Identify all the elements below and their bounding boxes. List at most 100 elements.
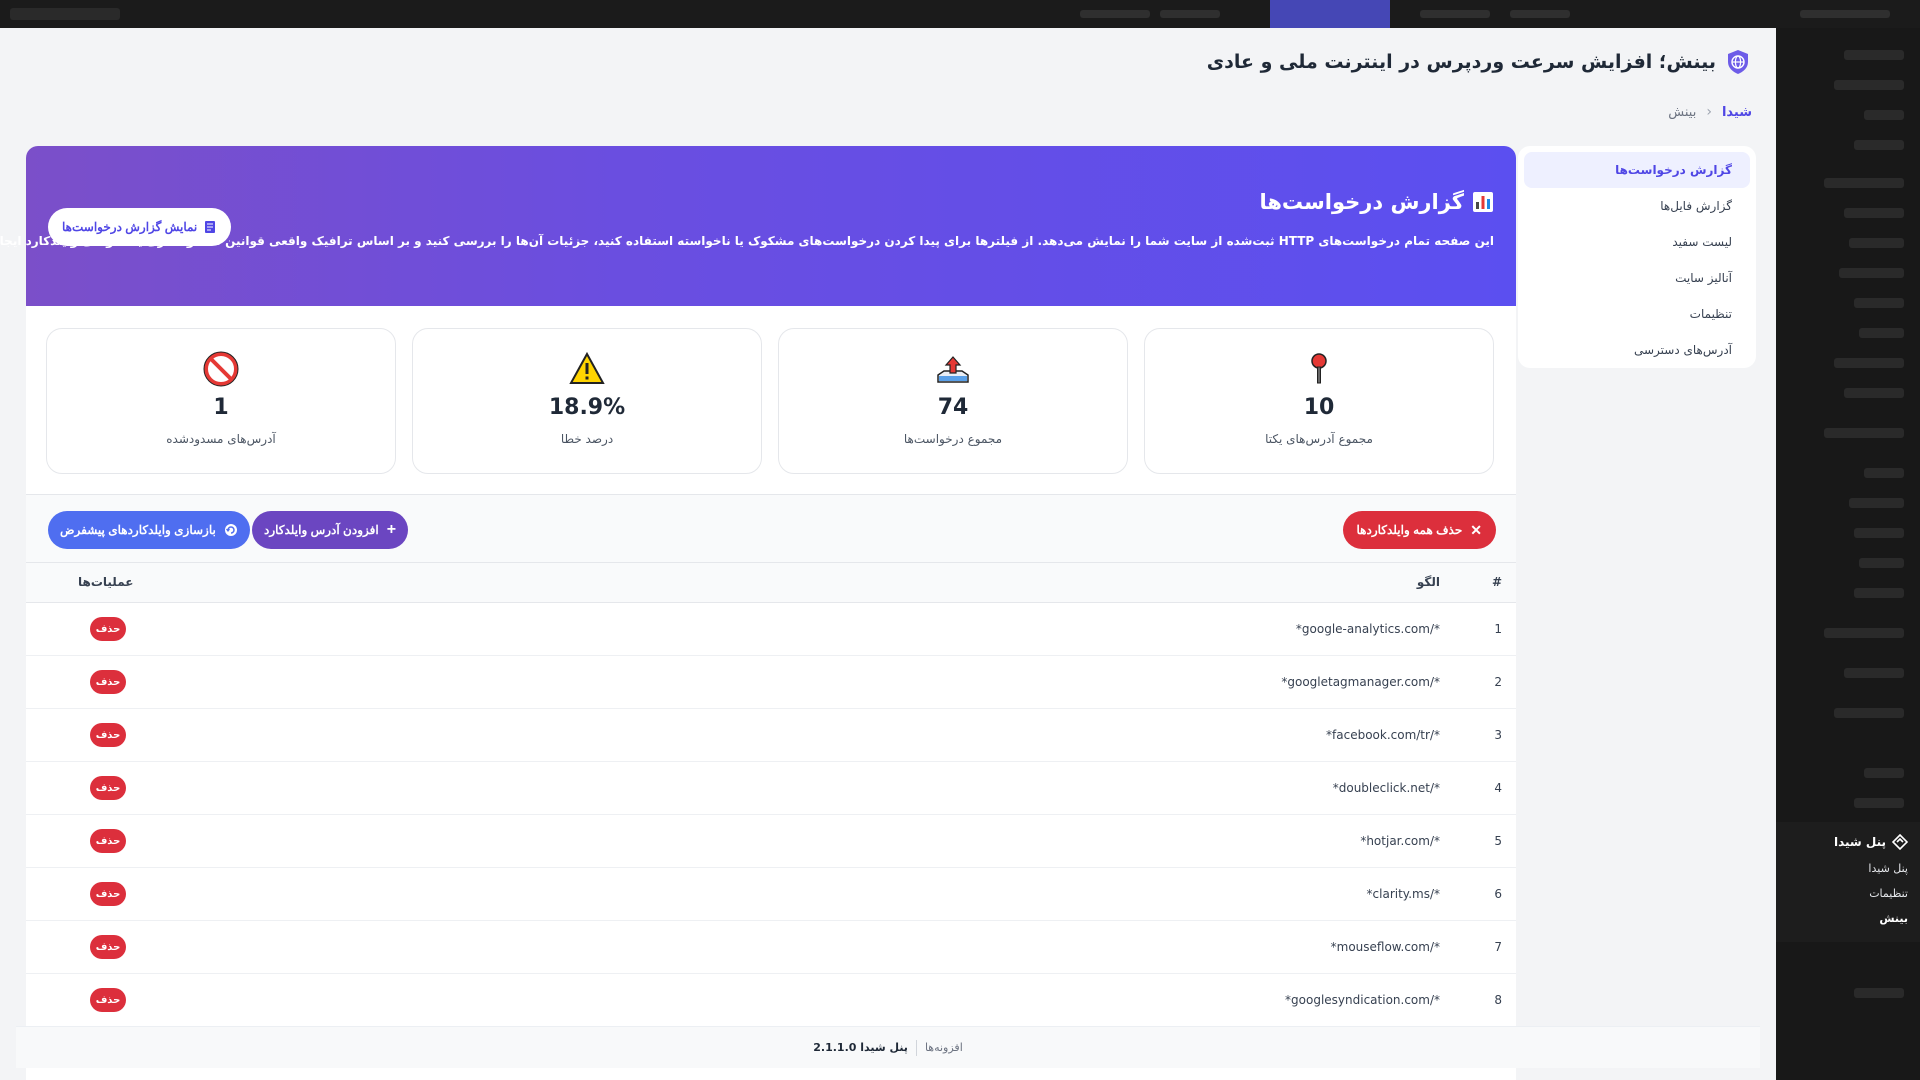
reset-default-wildcards-label: بازسازی وایلدکاردهای پیشفرض bbox=[60, 523, 216, 537]
admin-submenu-settings[interactable]: تنظیمات bbox=[1788, 881, 1908, 906]
row-number: 3 bbox=[1494, 728, 1502, 742]
admin-menu-placeholder[interactable] bbox=[1824, 428, 1904, 438]
delete-row-button[interactable]: حذف bbox=[90, 617, 126, 641]
row-number: 2 bbox=[1494, 675, 1502, 689]
hero-banner: گزارش درخواست‌ها این صفحه تمام درخواست‌ه… bbox=[0, 146, 1516, 306]
delete-all-wildcards-label: حذف همه وایلدکاردها bbox=[1356, 523, 1463, 537]
admin-menu-placeholder[interactable] bbox=[1844, 50, 1904, 60]
reset-default-wildcards-button[interactable]: بازسازی وایلدکاردهای پیشفرض bbox=[48, 511, 250, 549]
stat-card-error-rate: 18.9% درصد خطا bbox=[412, 328, 762, 474]
plugin-page: بینش؛ افزایش سرعت وردپرس در اینترنت ملی … bbox=[0, 28, 1776, 1080]
delete-row-button[interactable]: حذف bbox=[90, 935, 126, 959]
sidebar-item-settings[interactable]: تنظیمات bbox=[1524, 296, 1750, 332]
delete-row-button[interactable]: حذف bbox=[90, 882, 126, 906]
table-row: 8 *googlesyndication.com/* حذف bbox=[26, 974, 1516, 1027]
admin-menu-placeholder[interactable] bbox=[1844, 208, 1904, 218]
bar-chart-icon bbox=[1473, 192, 1493, 212]
admin-menu-placeholder[interactable] bbox=[1849, 238, 1904, 248]
stat-label: مجموع آدرس‌های یکتا bbox=[1265, 432, 1373, 446]
admin-menu-placeholder[interactable] bbox=[1859, 328, 1904, 338]
admin-menu-placeholder[interactable] bbox=[1854, 528, 1904, 538]
admin-menu-head-label: پنل شیدا bbox=[1833, 835, 1886, 849]
admin-menu-placeholder[interactable] bbox=[1849, 498, 1904, 508]
plugin-sidebar: گزارش درخواست‌ها گزارش فایل‌ها لیست سفید… bbox=[1518, 146, 1756, 368]
show-request-report-button[interactable]: نمایش گزارش درخواست‌ها bbox=[48, 208, 232, 246]
admin-menu-placeholder[interactable] bbox=[1854, 988, 1904, 998]
refresh-icon bbox=[224, 524, 237, 536]
sidebar-item-site-analysis[interactable]: آنالیز سایت bbox=[1524, 260, 1750, 296]
table-row: 7 *mouseflow.com/* حذف bbox=[26, 921, 1516, 974]
delete-row-button[interactable]: حذف bbox=[90, 988, 126, 1012]
footer-divider bbox=[915, 1039, 917, 1056]
admin-menu-placeholder[interactable] bbox=[1824, 178, 1904, 188]
row-number: 1 bbox=[1494, 622, 1502, 636]
admin-menu-placeholder[interactable] bbox=[1834, 358, 1904, 368]
admin-submenu-sheida-panel[interactable]: پنل شیدا bbox=[1788, 856, 1908, 881]
wildcard-actions-bar: ✕ حذف همه وایلدکاردها + افزودن آدرس وایل… bbox=[26, 494, 1516, 562]
column-header-number: # bbox=[1491, 575, 1502, 589]
row-pattern: *doubleclick.net/* bbox=[1332, 781, 1440, 795]
delete-row-button[interactable]: حذف bbox=[90, 776, 126, 800]
admin-menu-placeholder[interactable] bbox=[1859, 558, 1904, 568]
delete-row-button[interactable]: حذف bbox=[90, 670, 126, 694]
row-number: 6 bbox=[1494, 887, 1502, 901]
sidebar-item-file-report[interactable]: گزارش فایل‌ها bbox=[1524, 188, 1750, 224]
column-header-pattern: الگو bbox=[1416, 575, 1440, 589]
admin-menu-placeholder[interactable] bbox=[1864, 468, 1904, 478]
admin-menu-placeholder[interactable] bbox=[1834, 708, 1904, 718]
stat-value: 1 bbox=[213, 395, 229, 420]
footer-version: پنل شیدا 2.1.1.0 bbox=[813, 1041, 908, 1054]
upload-tray-icon bbox=[937, 356, 969, 383]
sidebar-item-request-report[interactable]: گزارش درخواست‌ها bbox=[1524, 152, 1750, 188]
footer-plugins-link[interactable]: افزونه‌ها bbox=[925, 1041, 963, 1054]
table-row: 6 *clarity.ms/* حذف bbox=[26, 868, 1516, 921]
top-bar-item bbox=[1420, 10, 1490, 18]
browser-top-bar bbox=[0, 0, 1920, 28]
row-pattern: *googlesyndication.com/* bbox=[1285, 993, 1440, 1007]
stat-label: مجموع درخواست‌ها bbox=[903, 432, 1003, 446]
admin-menu-placeholder[interactable] bbox=[1844, 388, 1904, 398]
top-bar-item bbox=[1510, 10, 1570, 18]
admin-menu-placeholder[interactable] bbox=[1854, 140, 1904, 150]
admin-submenu-binesh[interactable]: بینش bbox=[1788, 906, 1908, 931]
sheida-logo-icon bbox=[1892, 834, 1908, 850]
top-bar-item bbox=[1160, 10, 1220, 18]
admin-menu-placeholder[interactable] bbox=[1854, 298, 1904, 308]
top-bar-item bbox=[1800, 10, 1890, 18]
row-number: 5 bbox=[1494, 834, 1502, 848]
admin-menu-placeholder[interactable] bbox=[1824, 628, 1904, 638]
breadcrumb-root-link[interactable]: شیدا bbox=[1722, 105, 1752, 120]
sidebar-item-whitelist[interactable]: لیست سفید bbox=[1524, 224, 1750, 260]
main-content: گزارش درخواست‌ها این صفحه تمام درخواست‌ه… bbox=[0, 146, 1516, 1080]
stat-value: 18.9% bbox=[548, 395, 626, 420]
table-row: 1 *google-analytics.com/* حذف bbox=[26, 603, 1516, 656]
hero-title: گزارش درخواست‌ها bbox=[1259, 190, 1494, 214]
add-wildcard-button[interactable]: + افزودن آدرس وایلدکارد bbox=[252, 511, 409, 549]
admin-submenu-flyout: پنل شیدا پنل شیدا تنظیمات بینش bbox=[1768, 822, 1920, 942]
delete-row-button[interactable]: حذف bbox=[90, 723, 126, 747]
admin-menu-placeholder[interactable] bbox=[1839, 268, 1904, 278]
table-row: 5 *hotjar.com/* حذف bbox=[26, 815, 1516, 868]
top-bar-active-item[interactable] bbox=[1270, 0, 1390, 28]
table-row: 2 *googletagmanager.com/* حذف bbox=[26, 656, 1516, 709]
admin-menu-placeholder[interactable] bbox=[1864, 768, 1904, 778]
admin-menu-placeholder[interactable] bbox=[1854, 798, 1904, 808]
delete-row-button[interactable]: حذف bbox=[90, 829, 126, 853]
admin-menu-placeholder[interactable] bbox=[1834, 80, 1904, 90]
admin-menu-placeholder[interactable] bbox=[1864, 110, 1904, 120]
page-title: بینش؛ افزایش سرعت وردپرس در اینترنت ملی … bbox=[1207, 48, 1752, 76]
page-footer: افزونه‌ها پنل شیدا 2.1.1.0 bbox=[16, 1026, 1760, 1068]
admin-menu-sheida[interactable]: پنل شیدا bbox=[1788, 828, 1908, 856]
show-request-report-label: نمایش گزارش درخواست‌ها bbox=[62, 220, 198, 234]
admin-menu-placeholder[interactable] bbox=[1854, 588, 1904, 598]
globe-shield-icon bbox=[1728, 50, 1748, 74]
row-pattern: *google-analytics.com/* bbox=[1295, 622, 1440, 636]
delete-all-wildcards-button[interactable]: ✕ حذف همه وایلدکاردها bbox=[1342, 511, 1496, 549]
top-bar-item bbox=[1080, 10, 1150, 18]
hero-title-text: گزارش درخواست‌ها bbox=[1259, 190, 1464, 214]
sidebar-item-access-urls[interactable]: آدرس‌های دسترسی bbox=[1524, 332, 1750, 368]
breadcrumb: شیدا ‹ بینش bbox=[1668, 104, 1752, 120]
stat-label: درصد خطا bbox=[560, 432, 614, 446]
row-number: 7 bbox=[1494, 940, 1502, 954]
admin-menu-placeholder[interactable] bbox=[1844, 668, 1904, 678]
